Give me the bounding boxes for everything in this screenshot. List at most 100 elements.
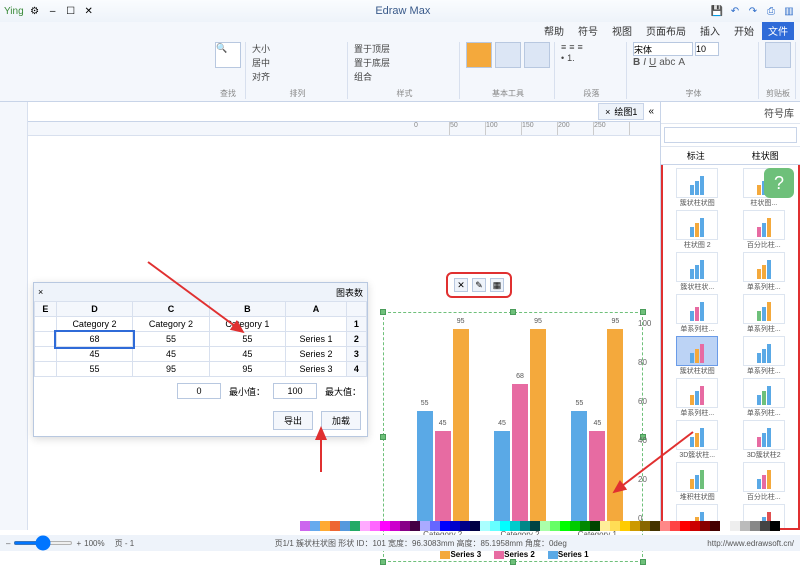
swatch[interactable] xyxy=(470,521,480,531)
swatch[interactable] xyxy=(620,521,630,531)
tab-file[interactable]: 文件 xyxy=(762,22,794,40)
export-icon[interactable]: ▥ xyxy=(782,4,796,18)
align-left-icon[interactable]: ≡ xyxy=(561,42,566,52)
min-input[interactable] xyxy=(177,383,221,399)
resize-handle[interactable] xyxy=(510,309,516,315)
close-icon[interactable]: ✕ xyxy=(82,4,96,18)
tab-view[interactable]: 视图 xyxy=(606,22,638,40)
tab-menu-icon[interactable]: « xyxy=(648,106,654,117)
swatch[interactable] xyxy=(690,521,700,531)
strike-icon[interactable]: abc xyxy=(659,57,675,68)
tab-insert[interactable]: 插入 xyxy=(694,22,726,40)
resize-handle[interactable] xyxy=(510,559,516,565)
library-item-thumb[interactable] xyxy=(743,294,785,324)
library-item-thumb[interactable] xyxy=(676,210,718,240)
page-label[interactable]: 页 - 1 xyxy=(115,538,135,549)
settings-icon[interactable]: ⚙ xyxy=(28,4,42,18)
align-center-icon[interactable]: ≡ xyxy=(569,42,574,52)
color-palette[interactable] xyxy=(0,521,800,535)
tab-start[interactable]: 开始 xyxy=(728,22,760,40)
data-dialog[interactable]: 图表数 × ABCDE1Category 1Category 2Category… xyxy=(33,282,368,437)
swatch[interactable] xyxy=(400,521,410,531)
size-button[interactable]: 大小 xyxy=(252,42,270,55)
font-size-select[interactable] xyxy=(695,42,719,56)
library-item-thumb[interactable] xyxy=(743,462,785,492)
group-button[interactable]: 组合 xyxy=(354,70,390,83)
swatch[interactable] xyxy=(410,521,420,531)
send-back-button[interactable]: 置于底层 xyxy=(354,56,390,69)
maximize-icon[interactable]: ☐ xyxy=(64,4,78,18)
library-item-thumb[interactable] xyxy=(676,420,718,450)
zoom-control[interactable]: – + 100% xyxy=(6,539,105,548)
library-search-input[interactable] xyxy=(664,127,797,143)
swatch[interactable] xyxy=(580,521,590,531)
library-item-thumb[interactable] xyxy=(676,294,718,324)
swatch[interactable] xyxy=(630,521,640,531)
float-edit-icon[interactable]: ✎ xyxy=(472,278,486,292)
swatch[interactable] xyxy=(340,521,350,531)
document-tab[interactable]: × 绘图1 xyxy=(598,103,644,120)
float-data-icon[interactable]: ▦ xyxy=(490,278,504,292)
zoom-slider[interactable] xyxy=(13,541,73,545)
swatch[interactable] xyxy=(490,521,500,531)
libtab-bar[interactable]: 柱状图 xyxy=(731,147,800,165)
swatch[interactable] xyxy=(520,521,530,531)
swatch[interactable] xyxy=(600,521,610,531)
undo-icon[interactable]: ↶ xyxy=(728,4,742,18)
swatch[interactable] xyxy=(590,521,600,531)
swatch[interactable] xyxy=(310,521,320,531)
export-button[interactable]: 导出 xyxy=(273,411,313,430)
font-family-select[interactable] xyxy=(633,42,693,56)
library-item-thumb[interactable] xyxy=(676,252,718,282)
bold-icon[interactable]: B xyxy=(633,57,640,68)
swatch[interactable] xyxy=(360,521,370,531)
swatch[interactable] xyxy=(300,521,310,531)
library-item-thumb[interactable] xyxy=(743,420,785,450)
swatch[interactable] xyxy=(460,521,470,531)
bullets-icon[interactable]: • xyxy=(561,53,564,63)
page[interactable]: ✕ ✎ ▦ 100806040200 554595456895554595 Ca… xyxy=(28,142,630,530)
swatch[interactable] xyxy=(670,521,680,531)
swatch[interactable] xyxy=(420,521,430,531)
swatch[interactable] xyxy=(570,521,580,531)
swatch[interactable] xyxy=(370,521,380,531)
swatch[interactable] xyxy=(610,521,620,531)
float-close-icon[interactable]: ✕ xyxy=(454,278,468,292)
swatch[interactable] xyxy=(480,521,490,531)
help-bubble[interactable]: ? xyxy=(764,168,794,198)
underline-icon[interactable]: U xyxy=(649,57,656,68)
swatch[interactable] xyxy=(560,521,570,531)
swatch[interactable] xyxy=(510,521,520,531)
swatch[interactable] xyxy=(750,521,760,531)
tab-help[interactable]: 帮助 xyxy=(538,22,570,40)
library-item-thumb[interactable] xyxy=(743,210,785,240)
zoom-in-icon[interactable]: + xyxy=(76,539,81,548)
resize-handle[interactable] xyxy=(380,309,386,315)
connector-tool-icon[interactable] xyxy=(495,42,521,68)
swatch[interactable] xyxy=(680,521,690,531)
swatch[interactable] xyxy=(770,521,780,531)
align-button[interactable]: 对齐 xyxy=(252,70,270,83)
numbering-icon[interactable]: 1. xyxy=(567,53,575,63)
resize-handle[interactable] xyxy=(640,309,646,315)
library-item-thumb[interactable] xyxy=(676,168,718,198)
swatch[interactable] xyxy=(740,521,750,531)
tab-layout[interactable]: 页面布局 xyxy=(640,22,692,40)
text-tool-icon[interactable] xyxy=(524,42,550,68)
library-item-thumb[interactable] xyxy=(676,336,718,366)
swatch[interactable] xyxy=(430,521,440,531)
swatch[interactable] xyxy=(500,521,510,531)
doc-tab-close-icon[interactable]: × xyxy=(605,107,610,117)
library-item-thumb[interactable] xyxy=(743,336,785,366)
data-table[interactable]: ABCDE1Category 1Category 2Category 22Ser… xyxy=(34,301,367,377)
bring-front-button[interactable]: 置于顶层 xyxy=(354,42,390,55)
swatch[interactable] xyxy=(440,521,450,531)
library-item-thumb[interactable] xyxy=(676,378,718,408)
swatch[interactable] xyxy=(720,521,730,531)
tab-symbol[interactable]: 符号 xyxy=(572,22,604,40)
paste-icon[interactable] xyxy=(765,42,791,68)
center-button[interactable]: 居中 xyxy=(252,56,270,69)
minimize-icon[interactable]: – xyxy=(46,4,60,18)
max-input[interactable] xyxy=(273,383,317,399)
align-right-icon[interactable]: ≡ xyxy=(578,42,583,52)
